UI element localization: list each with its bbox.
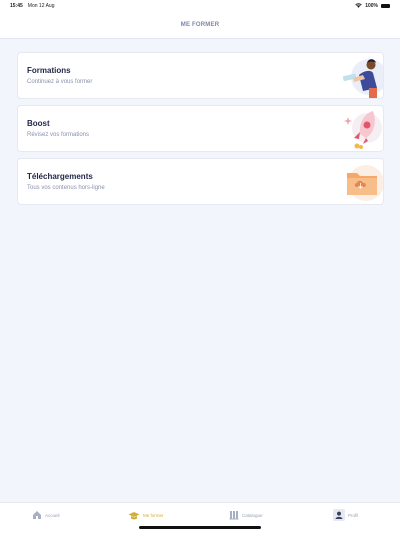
page-title: ME FORMER: [180, 21, 220, 28]
rocket-illustration: [344, 111, 382, 149]
tab-label: Catalogue: [242, 512, 263, 518]
card-title: Formations: [27, 66, 71, 75]
status-right: 100%: [355, 3, 390, 9]
home-icon: [33, 511, 41, 519]
tab-catalogue[interactable]: Catalogue: [229, 508, 263, 522]
battery-icon: [381, 3, 390, 8]
card-subtitle: Révisez vos formations: [27, 132, 90, 138]
graduation-cap-icon: [128, 511, 140, 519]
tab-label: Me former: [143, 512, 164, 518]
status-date: Mon 12 Aug: [27, 2, 55, 9]
tab-profil[interactable]: Profil: [333, 508, 358, 522]
home-indicator: [139, 526, 261, 529]
wifi-icon: [355, 3, 362, 8]
status-bar: 15:45 Mon 12 Aug 100%: [0, 0, 400, 11]
download-folder-illustration: [347, 165, 383, 201]
tab-me-former[interactable]: Me former: [128, 508, 164, 522]
card-title: Boost: [27, 119, 50, 128]
downloads-card[interactable]: Téléchargements Tous vos contenus hors-l…: [17, 158, 384, 205]
card-title: Téléchargements: [27, 172, 93, 181]
library-icon: [229, 511, 239, 520]
formations-card[interactable]: Formations Continuez à vous former: [17, 52, 384, 99]
profile-icon: [333, 509, 345, 521]
person-reading-illustration: [342, 59, 383, 98]
status-time: 15:45: [10, 2, 23, 9]
boost-card[interactable]: Boost Révisez vos formations: [17, 105, 384, 152]
battery-percentage: 100%: [365, 2, 378, 9]
tab-label: Profil: [348, 512, 359, 518]
page-header: ME FORMER: [0, 11, 400, 39]
tab-accueil[interactable]: Accueil: [32, 508, 60, 522]
tab-label: Accueil: [45, 512, 60, 518]
card-subtitle: Continuez à vous former: [27, 79, 93, 85]
card-list: Formations Continuez à vous former Boost…: [17, 52, 384, 211]
card-subtitle: Tous vos contenus hors-ligne: [27, 185, 105, 191]
